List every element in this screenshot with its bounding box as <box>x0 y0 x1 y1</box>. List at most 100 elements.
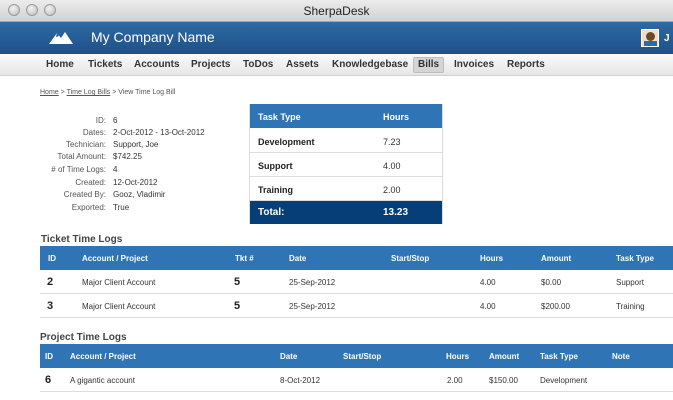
mountain-logo-icon[interactable] <box>48 29 74 45</box>
summary-hours: 2.00 <box>383 185 401 195</box>
col-id[interactable]: ID <box>45 352 53 361</box>
row-date: 25-Sep-2012 <box>289 278 336 287</box>
row-account[interactable]: Major Client Account <box>82 302 155 311</box>
nav-knowledgebase[interactable]: Knowledgebase <box>328 57 412 73</box>
detail-label: # of Time Logs: <box>51 165 106 174</box>
table-row[interactable]: 6 A gigantic account 8-Oct-2012 2.00 $15… <box>40 368 673 392</box>
detail-id-row: ID: <box>40 116 106 126</box>
col-account-project[interactable]: Account / Project <box>70 352 136 361</box>
window-title: SherpaDesk <box>303 4 370 18</box>
nav-todos[interactable]: ToDos <box>239 57 277 73</box>
detail-technician-row: Technician: <box>40 140 106 150</box>
summary-row: Training 2.00 <box>250 177 442 201</box>
user-avatar[interactable] <box>641 29 659 47</box>
nav-reports[interactable]: Reports <box>503 57 549 73</box>
breadcrumb-time-log-bills[interactable]: Time Log Bills <box>67 89 111 96</box>
breadcrumb-home[interactable]: Home <box>40 89 59 96</box>
row-id: 3 <box>47 300 54 312</box>
col-start-stop[interactable]: Start/Stop <box>391 254 429 263</box>
main-nav: Home Tickets Accounts Projects ToDos Ass… <box>0 54 673 76</box>
summary-header: Task Type Hours <box>250 104 442 128</box>
row-hours: 4.00 <box>480 302 496 311</box>
detail-created-by-row: Created By: <box>40 190 106 200</box>
table-row[interactable]: 2 Major Client Account 5 25-Sep-2012 4.0… <box>40 270 673 294</box>
summary-row: Development 7.23 <box>250 129 442 153</box>
row-id: 2 <box>47 276 54 288</box>
detail-created-by-value: Gooz, Vladimir <box>113 190 166 199</box>
row-account[interactable]: Major Client Account <box>82 278 155 287</box>
detail-id-value: 6 <box>113 116 118 125</box>
breadcrumb-separator: > <box>60 89 65 96</box>
col-hours[interactable]: Hours <box>446 352 469 361</box>
row-hours: 2.00 <box>447 376 463 385</box>
col-task-type[interactable]: Task Type <box>616 254 654 263</box>
row-amount: $150.00 <box>489 376 518 385</box>
summary-task-type: Support <box>258 161 293 171</box>
summary-total-label: Total: <box>258 207 285 218</box>
row-ticket-number[interactable]: 5 <box>234 300 240 312</box>
detail-label: Exported: <box>71 203 106 212</box>
row-hours: 4.00 <box>480 278 496 287</box>
detail-dates-row: Dates: <box>40 128 106 138</box>
detail-label: Created By: <box>63 190 106 199</box>
row-account[interactable]: A gigantic account <box>70 376 135 385</box>
user-name-truncated[interactable]: J <box>664 33 670 44</box>
detail-technician-value: Support, Joe <box>113 140 159 149</box>
nav-assets[interactable]: Assets <box>282 57 323 73</box>
summary-hours: 7.23 <box>383 137 401 147</box>
detail-total-amount-value: $742.25 <box>113 152 142 161</box>
nav-accounts[interactable]: Accounts <box>130 57 184 73</box>
detail-label: ID: <box>95 116 106 125</box>
summary-row: Support 4.00 <box>250 153 442 177</box>
detail-created-value: 12-Oct-2012 <box>113 178 158 187</box>
col-amount[interactable]: Amount <box>541 254 571 263</box>
table-row[interactable]: 3 Major Client Account 5 25-Sep-2012 4.0… <box>40 294 673 318</box>
row-id: 6 <box>45 374 52 386</box>
col-amount[interactable]: Amount <box>489 352 519 361</box>
nav-invoices[interactable]: Invoices <box>450 57 498 73</box>
summary-task-type: Development <box>258 137 315 147</box>
ticket-time-logs-title: Ticket Time Logs <box>41 234 123 245</box>
task-type-summary-table: Task Type Hours Development 7.23 Support… <box>249 104 443 224</box>
col-id[interactable]: ID <box>48 254 56 263</box>
ticket-logs-header: ID Account / Project Tkt # Date Start/St… <box>40 246 673 270</box>
col-task-type[interactable]: Task Type <box>540 352 578 361</box>
row-date: 8-Oct-2012 <box>280 376 321 385</box>
summary-total-row: Total: 13.23 <box>250 201 442 224</box>
row-task-type: Support <box>616 278 645 287</box>
summary-header-hours: Hours <box>383 112 410 122</box>
col-hours[interactable]: Hours <box>480 254 503 263</box>
col-start-stop[interactable]: Start/Stop <box>343 352 381 361</box>
row-date: 25-Sep-2012 <box>289 302 336 311</box>
project-logs-header: ID Account / Project Date Start/Stop Hou… <box>40 344 673 368</box>
col-date[interactable]: Date <box>289 254 306 263</box>
nav-home[interactable]: Home <box>42 57 78 73</box>
detail-time-log-count-row: # of Time Logs: <box>40 165 106 175</box>
nav-tickets[interactable]: Tickets <box>84 57 126 73</box>
row-amount: $0.00 <box>541 278 562 287</box>
breadcrumb-separator: > <box>112 89 117 96</box>
row-amount: $200.00 <box>541 302 570 311</box>
detail-time-log-count-value: 4 <box>113 165 118 174</box>
row-ticket-number[interactable]: 5 <box>234 276 240 288</box>
nav-projects[interactable]: Projects <box>187 57 234 73</box>
detail-total-amount-row: Total Amount: <box>40 152 106 162</box>
breadcrumb-current: View Time Log Bill <box>118 89 176 96</box>
summary-header-task-type: Task Type <box>258 112 301 122</box>
col-note[interactable]: Note <box>612 352 630 361</box>
summary-total-hours: 13.23 <box>383 207 409 218</box>
col-ticket-number[interactable]: Tkt # <box>235 254 254 263</box>
summary-task-type: Training <box>258 185 294 195</box>
project-time-logs-title: Project Time Logs <box>40 332 127 343</box>
app-header: My Company Name J <box>0 22 673 54</box>
nav-bills[interactable]: Bills <box>413 57 445 73</box>
detail-dates-value: 2-Oct-2012 - 13-Oct-2012 <box>113 128 205 137</box>
breadcrumb: Home > Time Log Bills > View Time Log Bi… <box>40 89 175 96</box>
summary-hours: 4.00 <box>383 161 401 171</box>
col-account-project[interactable]: Account / Project <box>82 254 148 263</box>
detail-created-row: Created: <box>40 178 106 188</box>
detail-label: Dates: <box>82 128 106 137</box>
company-name[interactable]: My Company Name <box>91 29 215 45</box>
col-date[interactable]: Date <box>280 352 297 361</box>
detail-label: Technician: <box>65 140 106 149</box>
